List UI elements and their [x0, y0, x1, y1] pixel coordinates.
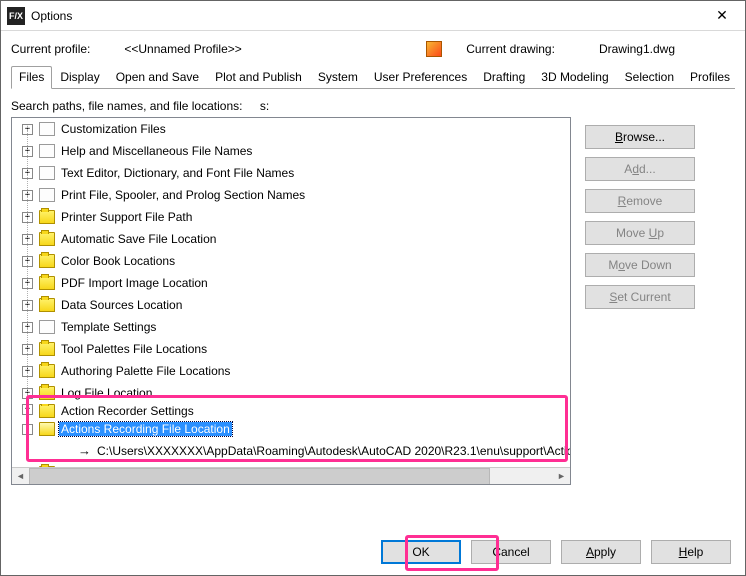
tree-node-label: Log File Location [59, 386, 154, 400]
tabstrip: FilesDisplayOpen and SavePlot and Publis… [11, 65, 735, 89]
tree-view[interactable]: +Customization Files+Help and Miscellane… [11, 117, 571, 485]
add-button[interactable]: Add... [585, 157, 695, 181]
tab-3d-modeling[interactable]: 3D Modeling [533, 66, 616, 89]
tab-drafting[interactable]: Drafting [475, 66, 533, 89]
movedown-button[interactable]: Move Down [585, 253, 695, 277]
tab-plot-and-publish[interactable]: Plot and Publish [207, 66, 310, 89]
app-icon: F/X [7, 7, 25, 25]
tree-node[interactable]: +Color Book Locations [12, 250, 570, 272]
profile-label: Current profile: [11, 42, 90, 56]
tree-node[interactable]: +Tool Palettes File Locations [12, 338, 570, 360]
window-title: Options [31, 9, 72, 23]
file-icon [39, 122, 55, 136]
tree-node-label: Text Editor, Dictionary, and Font File N… [59, 166, 296, 180]
tab-system[interactable]: System [310, 66, 366, 89]
options-dialog: F/X Options ✕ Current profile: <<Unnamed… [0, 0, 746, 576]
file-icon [39, 320, 55, 334]
profile-value: <<Unnamed Profile>> [124, 42, 241, 56]
tab-selection[interactable]: Selection [617, 66, 682, 89]
tab-profiles[interactable]: Profiles [682, 66, 738, 89]
tab-files[interactable]: Files [11, 66, 52, 89]
apply-button[interactable]: Apply [561, 540, 641, 564]
folder-icon [39, 404, 55, 418]
tree-node-label: Help and Miscellaneous File Names [59, 144, 254, 158]
tree-node[interactable]: +Log File Location [12, 382, 570, 404]
tree-node-label: Authoring Palette File Locations [59, 364, 232, 378]
folder-icon [39, 210, 55, 224]
tab-display[interactable]: Display [52, 66, 107, 89]
tree-node-label: Data Sources Location [59, 298, 184, 312]
tree-node[interactable]: +Help and Miscellaneous File Names [12, 140, 570, 162]
cancel-button[interactable]: Cancel [471, 540, 551, 564]
drawing-icon [426, 41, 442, 57]
tree-node[interactable]: +Template Settings [12, 316, 570, 338]
tree-node[interactable]: -Actions Recording File Location [12, 418, 570, 440]
tree-node-label: Customization Files [59, 122, 168, 136]
tree-node-label: Template Settings [59, 320, 158, 334]
folder-open-icon [39, 422, 55, 436]
browse-button[interactable]: Browse... [585, 125, 695, 149]
folder-icon [39, 232, 55, 246]
folder-icon [39, 298, 55, 312]
tree-node[interactable]: +Automatic Save File Location [12, 228, 570, 250]
drawing-label: Current drawing: [466, 42, 555, 56]
scroll-thumb[interactable] [29, 468, 490, 485]
tree-node[interactable]: +Data Sources Location [12, 294, 570, 316]
folder-icon [39, 364, 55, 378]
folder-icon [39, 386, 55, 400]
tree-node-label: Print File, Spooler, and Prolog Section … [59, 188, 307, 202]
tree-node[interactable]: +Authoring Palette File Locations [12, 360, 570, 382]
scroll-left-icon[interactable]: ◄ [12, 468, 29, 485]
tab-open-and-save[interactable]: Open and Save [108, 66, 207, 89]
ok-button[interactable]: OK [381, 540, 461, 564]
folder-icon [39, 254, 55, 268]
drawing-value: Drawing1.dwg [599, 42, 675, 56]
tree-node-label: Color Book Locations [59, 254, 177, 268]
tree-node[interactable]: +Printer Support File Path [12, 206, 570, 228]
scroll-right-icon[interactable]: ► [553, 468, 570, 485]
tab-user-preferences[interactable]: User Preferences [366, 66, 475, 89]
side-buttons: Browse... Add... Remove Move Up Move Dow… [585, 125, 695, 525]
tree-node[interactable]: +Text Editor, Dictionary, and Font File … [12, 162, 570, 184]
tree-node-label: Automatic Save File Location [59, 232, 218, 246]
tree-node-label: Printer Support File Path [59, 210, 194, 224]
tree-node-label: Actions Recording File Location [59, 422, 232, 436]
tree-node-label: Tool Palettes File Locations [59, 342, 209, 356]
tree-node-label: Action Recorder Settings [59, 404, 196, 418]
tree-node-label: C:\Users\XXXXXXX\AppData\Roaming\Autodes… [95, 444, 570, 458]
setcurrent-button[interactable]: Set Current [585, 285, 695, 309]
file-icon [39, 144, 55, 158]
pane-label: Search paths, file names, and file locat… [11, 99, 735, 113]
tree-node[interactable]: +Action Recorder Settings [12, 404, 570, 418]
titlebar: F/X Options ✕ [1, 1, 745, 31]
tree-node[interactable]: +Additional Actions Reading File Locatie… [12, 462, 570, 467]
moveup-button[interactable]: Move Up [585, 221, 695, 245]
file-icon [39, 166, 55, 180]
folder-icon [39, 276, 55, 290]
tree-node[interactable]: +PDF Import Image Location [12, 272, 570, 294]
close-button[interactable]: ✕ [699, 1, 745, 31]
tree-node[interactable]: +Customization Files [12, 118, 570, 140]
tree-node-label: PDF Import Image Location [59, 276, 210, 290]
bottom-bar: OK Cancel Apply Help [1, 529, 745, 575]
remove-button[interactable]: Remove [585, 189, 695, 213]
profile-row: Current profile: <<Unnamed Profile>> Cur… [11, 39, 735, 59]
folder-icon [39, 342, 55, 356]
help-button[interactable]: Help [651, 540, 731, 564]
tree-node[interactable]: → C:\Users\XXXXXXX\AppData\Roaming\Autode… [12, 440, 570, 462]
tree-node[interactable]: +Print File, Spooler, and Prolog Section… [12, 184, 570, 206]
h-scrollbar[interactable]: ◄ ► [12, 467, 570, 484]
path-arrow-icon: → [78, 444, 91, 458]
file-icon [39, 188, 55, 202]
